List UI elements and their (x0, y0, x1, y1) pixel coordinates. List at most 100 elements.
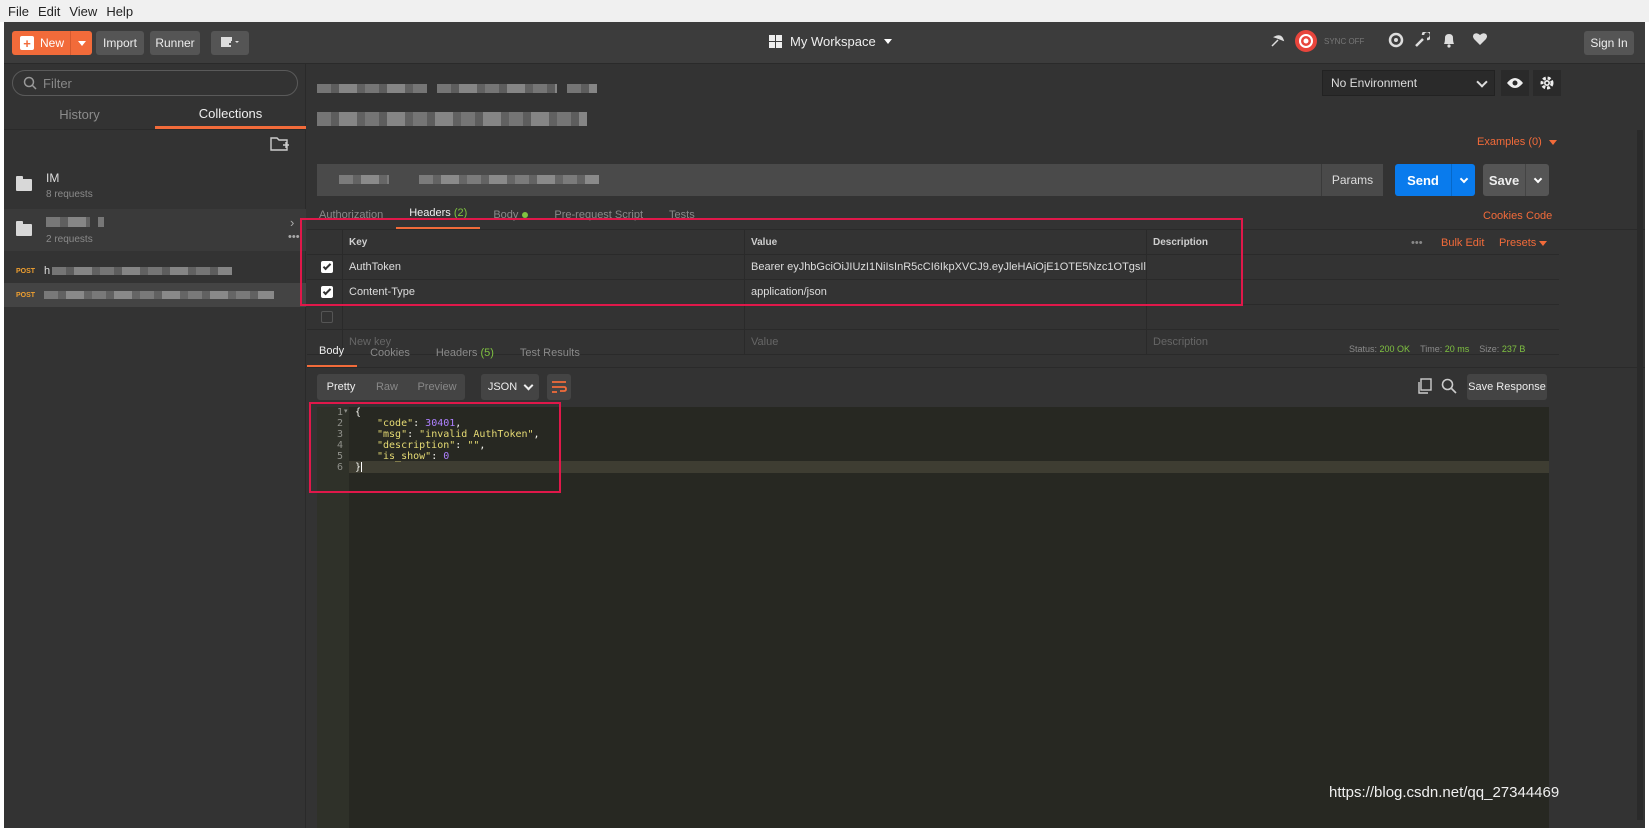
header-enabled-checkbox[interactable] (321, 311, 333, 323)
method-select[interactable] (339, 173, 389, 187)
new-button[interactable]: + New (12, 31, 92, 55)
capture-icon (1388, 32, 1404, 48)
search-response-button[interactable] (1441, 378, 1457, 397)
sign-in-button[interactable]: Sign In (1584, 31, 1634, 55)
bell-icon (1444, 34, 1454, 48)
folder-icon (16, 221, 32, 236)
collection-item[interactable]: 2 requests › ••• (4, 209, 306, 251)
plus-icon: + (20, 36, 34, 50)
menu-file[interactable]: File (8, 4, 29, 19)
more-options-icon[interactable]: ••• (288, 231, 300, 243)
save-dropdown-toggle[interactable] (1525, 164, 1549, 196)
folder-icon (16, 176, 32, 191)
request-name: h (44, 265, 51, 277)
format-preview[interactable]: Preview (409, 381, 465, 393)
search-icon (1441, 378, 1457, 394)
presets-label: Presets (1499, 237, 1537, 249)
send-dropdown-toggle[interactable] (1451, 164, 1475, 196)
gear-icon (1540, 76, 1554, 90)
heart-icon (1473, 33, 1487, 45)
format-raw[interactable]: Raw (365, 381, 409, 393)
import-button[interactable]: Import (96, 31, 144, 55)
request-method: POST (16, 291, 36, 299)
table-row-empty (307, 305, 1559, 330)
header-description[interactable] (1147, 305, 1559, 329)
more-options-icon[interactable]: ••• (1411, 237, 1423, 249)
send-button[interactable]: Send (1395, 164, 1475, 196)
workspace-label: My Workspace (790, 34, 876, 49)
workspace-switcher[interactable]: My Workspace (769, 34, 892, 49)
environment-quicklook-button[interactable] (1501, 70, 1529, 96)
response-tab-body[interactable]: Body (307, 345, 358, 367)
watermark: https://blog.csdn.net/qq_27344469 (1329, 784, 1560, 801)
chevron-down-icon (523, 380, 534, 390)
language-select[interactable]: JSON (481, 374, 539, 400)
examples-dropdown[interactable]: Examples (0) (1477, 136, 1557, 148)
new-collection-button[interactable] (270, 136, 290, 155)
menu-bar: File Edit View Help (0, 0, 1649, 22)
tab-history[interactable]: History (4, 100, 155, 129)
request-name (44, 291, 274, 299)
new-dropdown-toggle[interactable] (70, 31, 92, 55)
header-value[interactable] (745, 305, 1147, 329)
response-tab-cookies[interactable]: Cookies (357, 347, 423, 367)
chevron-right-icon[interactable]: › (290, 215, 294, 230)
params-button[interactable]: Params (1321, 164, 1383, 196)
header-key[interactable] (343, 305, 745, 329)
caret-down-icon (883, 39, 892, 44)
eye-icon (1507, 78, 1523, 88)
filter-input[interactable]: Filter (12, 70, 298, 96)
manage-environments-button[interactable] (1533, 70, 1561, 96)
response-headers-count: (5) (480, 347, 494, 359)
save-button[interactable]: Save (1483, 164, 1549, 196)
sync-icon (1295, 30, 1317, 52)
tab-collections[interactable]: Collections (155, 100, 306, 129)
collection-item[interactable]: IM 8 requests (4, 164, 306, 206)
wrap-lines-button[interactable] (547, 374, 571, 400)
settings-wrench-button[interactable] (1414, 32, 1430, 48)
chevron-down-icon (1459, 174, 1468, 183)
sidebar-tabs: History Collections (4, 100, 306, 130)
response-tab-headers-label: Headers (435, 347, 478, 359)
capture-button[interactable] (1388, 32, 1404, 48)
url-input[interactable] (419, 173, 599, 187)
send-label: Send (1407, 172, 1439, 188)
response-tab-headers[interactable]: Headers (5) (423, 347, 507, 367)
top-toolbar: + New Import Runner My Workspace SYNC OF… (4, 22, 1645, 64)
request-item[interactable]: POST h (4, 259, 306, 283)
environment-select[interactable]: No Environment (1322, 70, 1495, 96)
request-name-heading (317, 112, 587, 129)
code-link[interactable]: Code (1526, 210, 1552, 222)
new-folder-icon (270, 137, 289, 151)
heart-button[interactable] (1472, 32, 1488, 46)
new-window-icon (221, 37, 239, 47)
request-item-active[interactable]: POST (4, 283, 306, 307)
format-pretty[interactable]: Pretty (317, 381, 365, 393)
caret-down-icon (1539, 241, 1548, 246)
collection-name: IM (46, 170, 60, 185)
bulk-edit-link[interactable]: Bulk Edit (1441, 237, 1484, 249)
request-tab[interactable] (317, 82, 597, 96)
caret-down-icon (77, 40, 86, 46)
language-label: JSON (487, 381, 518, 393)
notifications-button[interactable] (1442, 32, 1456, 48)
collection-name (46, 216, 104, 230)
runner-button[interactable]: Runner (150, 31, 200, 55)
interceptor-button[interactable] (1270, 32, 1286, 48)
response-meta: Status: 200 OK Time: 20 ms Size: 237 B (1349, 344, 1525, 354)
presets-dropdown[interactable]: Presets (1499, 237, 1548, 249)
main-scrollbar[interactable] (1637, 130, 1643, 820)
menu-edit[interactable]: Edit (38, 4, 60, 19)
collection-request-count: 2 requests (46, 233, 93, 245)
response-tab-test-results[interactable]: Test Results (507, 347, 593, 367)
cookies-link[interactable]: Cookies (1483, 210, 1523, 222)
menu-help[interactable]: Help (106, 4, 133, 19)
menu-view[interactable]: View (69, 4, 97, 19)
copy-button[interactable] (1417, 378, 1433, 397)
sync-status-button[interactable] (1294, 29, 1318, 53)
chevron-down-icon (1533, 174, 1542, 183)
save-response-button[interactable]: Save Response (1467, 374, 1547, 400)
new-window-button[interactable] (211, 31, 249, 55)
time-label: Time: (1420, 344, 1443, 354)
size-label: Size: (1479, 344, 1500, 354)
